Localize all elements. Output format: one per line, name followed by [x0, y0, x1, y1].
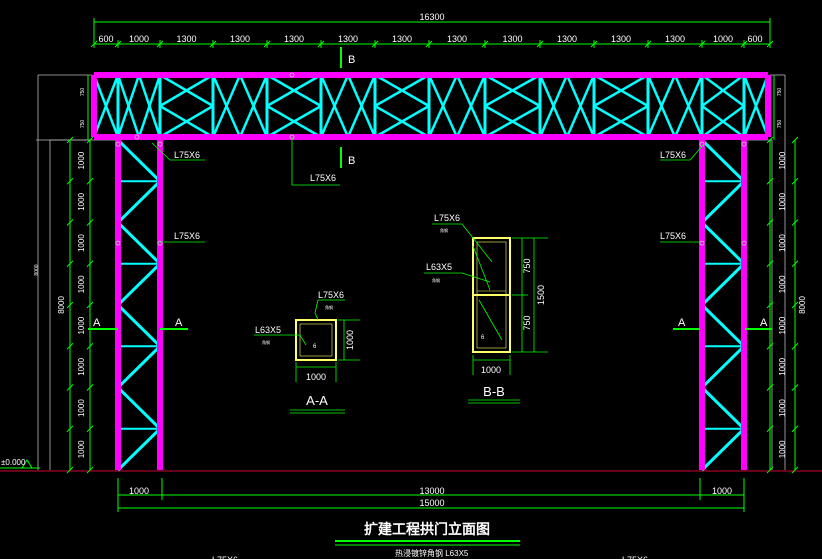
- top-span-label: 1300: [284, 34, 304, 44]
- top-span-label: 1300: [502, 34, 522, 44]
- dim-bottom-mid: 13000: [419, 486, 444, 496]
- section-b-top: B: [348, 54, 355, 66]
- right-spacing-label: 1000: [778, 357, 787, 375]
- left-spacing-label: 1000: [77, 357, 86, 375]
- bottom-callout-right: L75X6: [622, 555, 648, 559]
- cad-drawing: 16300 600 1000 1300 1300 1300 1300 1300 1300 130…: [0, 0, 822, 559]
- detail-b-l63: L63X5: [426, 262, 452, 272]
- drawing-title: 扩建工程拱门立面图: [364, 521, 490, 537]
- section-a-left-2: A: [175, 317, 183, 329]
- detail-a-l63: L63X5: [255, 325, 281, 335]
- callout-l75-right-mid: L75X6: [660, 231, 686, 241]
- top-span-label: 1300: [447, 34, 467, 44]
- section-a-right-2: A: [760, 317, 768, 329]
- callout-l75-right-top: L75X6: [660, 150, 686, 160]
- dim-beam-top-right: 750: [777, 88, 783, 97]
- dim-beam-top-left: 750: [80, 88, 86, 97]
- left-spacing-label: 1000: [77, 151, 86, 169]
- dim-beam-bottom-left: 750: [80, 120, 86, 129]
- drawing-subtitle: 热浸镀锌角钢 L63X5: [395, 548, 469, 558]
- section-b-bottom: B: [348, 155, 355, 167]
- section-aa-title: A-A: [306, 393, 328, 408]
- dim-bottom-right: 1000: [712, 486, 732, 496]
- callout-l75-left-top: L75X6: [174, 150, 200, 160]
- detail-b-h2: 750: [522, 315, 532, 330]
- left-spacing-label: 1000: [77, 192, 86, 210]
- dim-bottom-left: 1000: [129, 486, 149, 496]
- dim-bottom-total: 15000: [419, 498, 444, 508]
- top-span-label: 1300: [230, 34, 250, 44]
- right-spacing-label: 1000: [778, 316, 787, 334]
- top-span-label: 1000: [713, 34, 733, 44]
- detail-b-tiny2: 角钢: [432, 277, 440, 283]
- right-spacing-label: 1000: [778, 275, 787, 293]
- dim-left-small: 8000: [34, 264, 40, 275]
- callout-l75-beam: L75X6: [310, 173, 336, 183]
- top-span-label: 1300: [665, 34, 685, 44]
- detail-b-h1: 750: [522, 258, 532, 273]
- elevation-label: ±0.000: [1, 458, 26, 467]
- detail-a-tiny: 角钢: [262, 339, 270, 345]
- detail-a-l75: L75X6: [318, 290, 344, 300]
- dim-right-height: 8000: [798, 296, 807, 314]
- top-span-label: 1300: [557, 34, 577, 44]
- dim-left-height: 8000: [57, 296, 66, 314]
- detail-a-tiny2: 角钢: [325, 304, 333, 310]
- top-span-label: 1000: [129, 34, 149, 44]
- detail-a-h: 1000: [345, 330, 355, 350]
- right-spacing-label: 1000: [778, 192, 787, 210]
- right-spacing-label: 1000: [778, 234, 787, 252]
- right-spacing-label: 1000: [778, 399, 787, 417]
- left-spacing-label: 1000: [77, 234, 86, 252]
- detail-b-w: 1000: [481, 365, 501, 375]
- top-span-label: 1300: [176, 34, 196, 44]
- section-bb-title: B-B: [483, 384, 505, 399]
- left-spacing-label: 1000: [77, 399, 86, 417]
- detail-b-total: 1500: [536, 285, 546, 305]
- dim-overall-top: 16300: [419, 12, 444, 22]
- top-span-label: 1300: [392, 34, 412, 44]
- left-spacing-label: 1000: [77, 316, 86, 334]
- top-span-label: 600: [98, 34, 113, 44]
- top-span-label: 1300: [611, 34, 631, 44]
- left-spacing-label: 1000: [77, 275, 86, 293]
- right-spacing-label: 1000: [778, 151, 787, 169]
- bottom-callout-left: L75X6: [212, 555, 238, 559]
- left-spacing-label: 1000: [77, 440, 86, 458]
- section-a-left-1: A: [93, 317, 101, 329]
- detail-b-tiny: 角钢: [440, 227, 448, 233]
- section-a-right-1: A: [678, 317, 686, 329]
- callout-l75-left-mid: L75X6: [174, 231, 200, 241]
- detail-b-l75: L75X6: [434, 213, 460, 223]
- top-span-label: 1300: [338, 34, 358, 44]
- right-spacing-label: 1000: [778, 440, 787, 458]
- top-span-label: 600: [747, 34, 762, 44]
- dim-beam-bottom-right: 750: [777, 120, 783, 129]
- detail-a-w: 1000: [306, 372, 326, 382]
